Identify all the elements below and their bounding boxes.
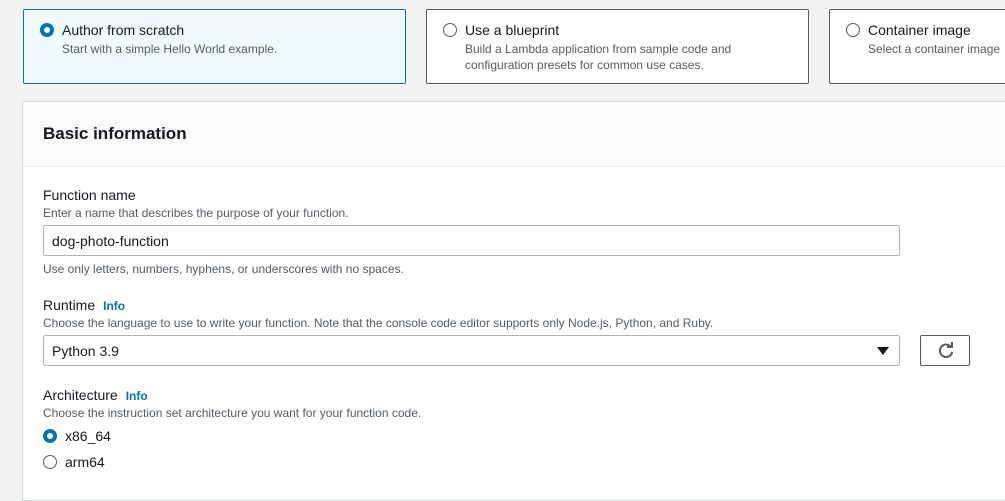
radio-container-image[interactable]	[846, 23, 860, 37]
function-name-constraint: Use only letters, numbers, hyphens, or u…	[43, 262, 404, 276]
runtime-info-link[interactable]: Info	[103, 299, 125, 313]
architecture-description: Choose the instruction set architecture …	[43, 406, 422, 420]
option-description: Build a Lambda application from sample c…	[465, 41, 731, 73]
runtime-select[interactable]: Python 3.9	[43, 335, 900, 366]
architecture-info-link[interactable]: Info	[126, 389, 148, 403]
radio-use-a-blueprint[interactable]	[443, 23, 457, 37]
basic-information-panel: Basic information Function name Enter a …	[22, 101, 1005, 501]
option-description-line: configuration presets for common use cas…	[465, 58, 704, 72]
radio-author-from-scratch[interactable]	[40, 23, 54, 37]
option-description-line: Build a Lambda application from sample c…	[465, 42, 732, 56]
radio-arm64[interactable]	[43, 455, 57, 469]
option-description: Select a container image	[868, 42, 1001, 56]
option-title: Author from scratch	[62, 22, 185, 38]
panel-header: Basic information	[23, 102, 1005, 167]
radio-label: arm64	[65, 454, 105, 470]
option-title: Use a blueprint	[465, 22, 560, 38]
refresh-runtimes-button[interactable]	[920, 335, 970, 366]
radio-x86-64[interactable]	[43, 429, 57, 443]
runtime-label-row: Runtime Info	[43, 296, 125, 315]
function-name-description: Enter a name that describes the purpose …	[43, 206, 349, 220]
caret-down-icon	[877, 347, 889, 355]
option-container-image[interactable]: Container image Select a container image	[829, 9, 1005, 84]
function-name-label: Function name	[43, 187, 136, 203]
option-title: Container image	[868, 22, 971, 38]
runtime-selected-value: Python 3.9	[52, 343, 119, 359]
refresh-icon	[938, 342, 954, 358]
runtime-description: Choose the language to use to write your…	[43, 316, 714, 330]
radio-label: x86_64	[65, 428, 111, 444]
option-description: Start with a simple Hello World example.	[62, 42, 278, 56]
panel-title: Basic information	[43, 124, 187, 143]
option-use-a-blueprint[interactable]: Use a blueprint Build a Lambda applicati…	[426, 9, 809, 84]
runtime-label: Runtime	[43, 297, 96, 313]
architecture-label: Architecture	[43, 387, 118, 403]
function-name-input[interactable]	[43, 225, 900, 256]
architecture-label-row: Architecture Info	[43, 386, 148, 405]
option-author-from-scratch[interactable]: Author from scratch Start with a simple …	[23, 9, 406, 84]
